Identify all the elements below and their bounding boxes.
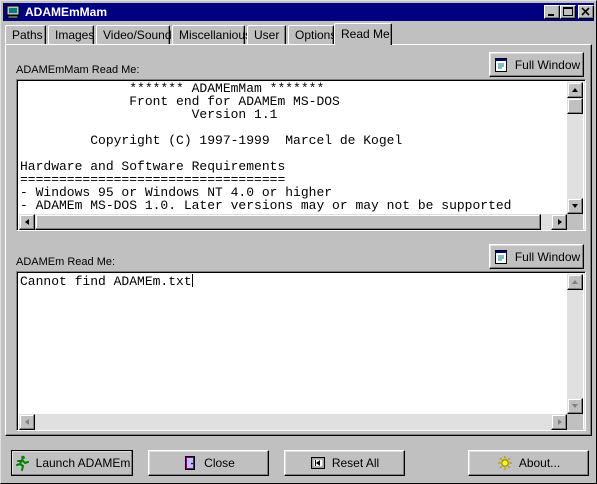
scroll-thumb[interactable] [567, 98, 583, 114]
tab-label: Images [55, 28, 95, 42]
title-bar[interactable]: ADAMEmMam [3, 3, 594, 21]
minimize-icon [548, 14, 554, 16]
arrow-right-icon [558, 419, 562, 425]
scroll-up-button[interactable] [567, 274, 583, 290]
sun-icon [497, 456, 512, 470]
reset-label: Reset All [331, 456, 380, 470]
arrow-down-icon [572, 204, 578, 208]
read-me-panel: ADAMEmMam Read Me: Full Window ******* A… [5, 44, 592, 436]
tab-user[interactable]: User [247, 25, 286, 45]
tab-label: Paths [12, 28, 43, 42]
scroll-right-button[interactable] [551, 214, 567, 230]
readme-line: Cannot find ADAMEm.txt [20, 274, 192, 289]
adamem-readme-text: Cannot find ADAMEm.txt [20, 274, 193, 288]
vertical-scrollbar[interactable] [567, 82, 583, 214]
scroll-down-button[interactable] [567, 198, 583, 214]
tab-label: Miscellanious [179, 28, 252, 42]
arrow-left-icon [25, 219, 29, 225]
close-button[interactable]: Close [148, 450, 269, 476]
adamemmam-readme-text: ******* ADAMEmMam ******* Front end for … [20, 82, 511, 212]
arrow-up-icon [572, 280, 578, 284]
about-button[interactable]: About... [468, 450, 589, 476]
scrollbar-corner [567, 214, 583, 230]
scroll-thumb[interactable] [35, 214, 541, 230]
maximize-button[interactable] [560, 5, 576, 19]
reset-all-button[interactable]: Reset All [284, 450, 405, 476]
tab-label: User [254, 28, 280, 42]
scrollbar-corner [567, 414, 583, 430]
tab-label: Options [295, 28, 337, 42]
horizontal-scrollbar[interactable] [19, 214, 567, 230]
adamemmam-readme-label: ADAMEmMam Read Me: [16, 64, 140, 76]
rewind-icon [310, 457, 325, 469]
scroll-right-button[interactable] [551, 414, 567, 430]
maximize-icon [563, 7, 573, 16]
running-man-icon [15, 455, 29, 471]
launch-label: Launch ADAMEm [35, 456, 131, 470]
close-icon [581, 7, 590, 16]
main-window: ADAMEmMam Paths Images Video/Sound Misce… [0, 0, 597, 484]
arrow-left-icon [25, 419, 29, 425]
tab-strip: Paths Images Video/Sound Miscellanious U… [5, 23, 593, 45]
adamemmam-readme-textbox[interactable]: ******* ADAMEmMam ******* Front end for … [16, 79, 586, 231]
scroll-left-button[interactable] [19, 414, 35, 430]
tab-label: Video/Sound [103, 28, 172, 42]
arrow-right-icon [558, 219, 562, 225]
vertical-scrollbar[interactable] [567, 274, 583, 414]
full-window-label: Full Window [514, 57, 581, 72]
full-window-label: Full Window [514, 249, 581, 264]
text-caret [191, 274, 193, 287]
tab-read-me[interactable]: Read Me [334, 23, 392, 45]
tab-paths[interactable]: Paths [5, 25, 46, 45]
scroll-left-button[interactable] [19, 214, 35, 230]
scroll-down-button[interactable] [567, 398, 583, 414]
launch-adamem-button[interactable]: Launch ADAMEm [11, 450, 133, 476]
about-label: About... [518, 456, 561, 470]
readme-line: Copyright (C) 1997-1999 Marcel de Kogel [20, 133, 403, 148]
arrow-down-icon [572, 404, 578, 408]
adamem-readme-textbox[interactable]: Cannot find ADAMEm.txt [16, 271, 586, 431]
door-icon [185, 456, 196, 470]
window-title: ADAMEmMam [25, 5, 108, 19]
tab-video-sound[interactable]: Video/Sound [96, 25, 172, 45]
minimize-button[interactable] [544, 5, 560, 19]
readme-line: Version 1.1 [20, 107, 278, 122]
window-icon [494, 249, 507, 264]
window-icon [494, 57, 507, 72]
tab-label: Read Me [341, 27, 390, 41]
readme-line: - ADAMEm MS-DOS 1.0. Later versions may … [20, 198, 512, 213]
close-window-button[interactable] [578, 5, 594, 19]
close-label: Close [204, 456, 235, 470]
tab-options[interactable]: Options [288, 25, 337, 45]
scroll-up-button[interactable] [567, 82, 583, 98]
computer-icon [6, 5, 20, 19]
tab-miscellanious[interactable]: Miscellanious [172, 25, 251, 45]
tab-images[interactable]: Images [48, 25, 94, 45]
full-window-button-mam[interactable]: Full Window [489, 52, 584, 77]
full-window-button-adamem[interactable]: Full Window [489, 244, 584, 269]
horizontal-scrollbar[interactable] [19, 414, 567, 430]
arrow-up-icon [572, 88, 578, 92]
adamem-readme-label: ADAMEm Read Me: [16, 256, 116, 268]
